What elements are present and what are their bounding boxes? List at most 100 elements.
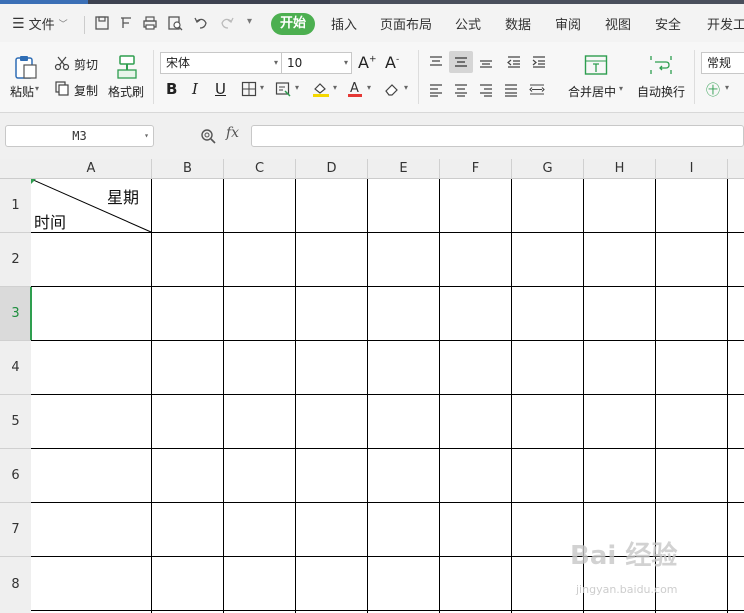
- decrease-indent-icon[interactable]: [506, 55, 522, 69]
- eraser-icon[interactable]: [384, 81, 400, 97]
- justify-icon[interactable]: [503, 83, 519, 97]
- customize-toolbar-icon[interactable]: ▾: [247, 16, 252, 27]
- row-header-2[interactable]: 2: [0, 233, 31, 287]
- column-headers: A B C D E F G H I: [0, 159, 744, 179]
- format-painter-label[interactable]: 格式刷: [108, 83, 144, 100]
- chevron-down-icon: ﹀: [58, 20, 68, 30]
- chevron-down-icon: ▾: [144, 131, 149, 140]
- number-format-value: 常规: [707, 56, 732, 70]
- font-color-icon[interactable]: A: [347, 80, 363, 98]
- redo-icon[interactable]: [219, 15, 235, 31]
- decrease-font-icon[interactable]: A-: [385, 53, 399, 72]
- clear-dropdown-icon[interactable]: ▾: [404, 83, 408, 92]
- tab-review[interactable]: 审阅: [555, 14, 581, 33]
- tab-formulas[interactable]: 公式: [455, 14, 481, 33]
- cut-button[interactable]: 剪切: [74, 56, 98, 73]
- column-header-j[interactable]: [728, 159, 744, 179]
- zoom-search-icon[interactable]: [200, 128, 216, 144]
- font-size-select[interactable]: 10 ▾: [281, 52, 352, 74]
- distributed-icon[interactable]: [528, 82, 546, 96]
- copy-icon[interactable]: [54, 80, 70, 96]
- row-header-3[interactable]: 3: [0, 287, 31, 341]
- chevron-down-icon: ▾: [273, 58, 278, 67]
- fill-color-icon[interactable]: [312, 81, 330, 97]
- cell-style-icon[interactable]: [275, 81, 291, 97]
- currency-icon[interactable]: ㊉: [706, 80, 720, 100]
- row-header-4[interactable]: 4: [0, 341, 31, 395]
- font-name-value: 宋体: [166, 56, 191, 70]
- format-painter-icon[interactable]: [114, 54, 140, 80]
- column-header-i[interactable]: I: [656, 159, 728, 179]
- paste-dropdown-icon[interactable]: ▾: [35, 84, 39, 93]
- insert-function-icon[interactable]: fx: [226, 125, 239, 141]
- tab-data[interactable]: 数据: [505, 14, 531, 33]
- merge-center-label[interactable]: 合并居中: [568, 83, 616, 100]
- column-header-f[interactable]: F: [440, 159, 512, 179]
- column-header-e[interactable]: E: [368, 159, 440, 179]
- align-middle-icon: [455, 57, 467, 67]
- currency-dropdown-icon[interactable]: ▾: [725, 83, 729, 92]
- underline-icon[interactable]: U: [215, 80, 226, 98]
- row-header-5[interactable]: 5: [0, 395, 31, 449]
- row-header-6[interactable]: 6: [0, 449, 31, 503]
- print-preview-icon[interactable]: [167, 15, 183, 31]
- row-header-1[interactable]: 1: [0, 179, 31, 233]
- align-middle-button[interactable]: [449, 51, 473, 73]
- menu-bar: ☰ 文件 ﹀ ▾ 开始 插入 页面布局 公式 数据 审阅 视图 安全 开发工: [0, 4, 744, 42]
- align-top-icon[interactable]: [428, 55, 444, 69]
- column-header-a[interactable]: A: [31, 159, 152, 179]
- tab-developer[interactable]: 开发工: [707, 14, 744, 33]
- save-icon[interactable]: [94, 15, 110, 31]
- hamburger-icon: ☰: [12, 15, 25, 32]
- tab-insert[interactable]: 插入: [331, 14, 357, 33]
- row-header-7[interactable]: 7: [0, 503, 31, 557]
- font-color-dropdown-icon[interactable]: ▾: [367, 83, 371, 92]
- formula-input[interactable]: [251, 125, 744, 147]
- italic-icon[interactable]: I: [192, 80, 198, 98]
- cell-style-dropdown-icon[interactable]: ▾: [295, 83, 299, 92]
- number-format-select[interactable]: 常规: [701, 52, 744, 74]
- tab-view[interactable]: 视图: [605, 14, 631, 33]
- undo-icon[interactable]: [193, 15, 209, 31]
- file-menu[interactable]: ☰ 文件 ﹀: [12, 14, 68, 34]
- wrap-text-icon[interactable]: [648, 54, 674, 76]
- column-header-g[interactable]: G: [512, 159, 584, 179]
- selection-indicator: [30, 287, 32, 340]
- align-right-icon[interactable]: [478, 83, 494, 97]
- column-header-d[interactable]: D: [296, 159, 368, 179]
- align-bottom-icon[interactable]: [478, 55, 494, 69]
- copy-button[interactable]: 复制: [74, 82, 98, 99]
- merge-center-icon[interactable]: [584, 54, 608, 76]
- print-icon[interactable]: [142, 15, 158, 31]
- borders-dropdown-icon[interactable]: ▾: [260, 83, 264, 92]
- tab-page-layout[interactable]: 页面布局: [380, 14, 432, 33]
- file-menu-label: 文件: [28, 18, 55, 33]
- bold-icon[interactable]: B: [166, 80, 177, 98]
- baidu-watermark-url: jingyan.baidu.com: [576, 583, 678, 596]
- column-header-h[interactable]: H: [584, 159, 656, 179]
- paste-label[interactable]: 粘贴: [10, 83, 34, 100]
- cell-a1-time-label: 时间: [34, 213, 67, 232]
- fill-color-dropdown-icon[interactable]: ▾: [333, 83, 337, 92]
- align-left-icon[interactable]: [428, 83, 444, 97]
- svg-text:A: A: [350, 81, 359, 96]
- row-header-8[interactable]: 8: [0, 557, 31, 613]
- column-header-c[interactable]: C: [224, 159, 296, 179]
- cell-a1-weekday-label: 星期: [107, 188, 140, 207]
- merge-dropdown-icon[interactable]: ▾: [619, 84, 623, 93]
- wrap-text-label[interactable]: 自动换行: [637, 83, 685, 100]
- increase-font-icon[interactable]: A+: [358, 53, 377, 72]
- scissors-icon[interactable]: [54, 55, 70, 71]
- tab-home[interactable]: 开始: [271, 13, 315, 35]
- paste-icon[interactable]: [13, 54, 39, 80]
- borders-icon[interactable]: [241, 81, 257, 97]
- chevron-down-icon: ▾: [343, 58, 348, 67]
- increase-indent-icon[interactable]: [531, 55, 547, 69]
- align-center-icon[interactable]: [453, 83, 469, 97]
- column-header-b[interactable]: B: [152, 159, 224, 179]
- tab-security[interactable]: 安全: [655, 14, 681, 33]
- row-headers: 1 2 3 4 5 6 7 8: [0, 179, 31, 613]
- font-name-select[interactable]: 宋体 ▾: [160, 52, 282, 74]
- format-icon[interactable]: [118, 15, 134, 31]
- name-box[interactable]: M3 ▾: [5, 125, 154, 147]
